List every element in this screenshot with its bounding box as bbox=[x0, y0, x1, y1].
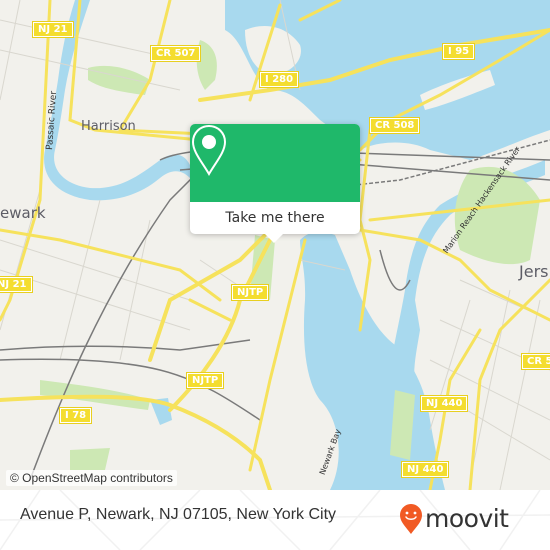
park bbox=[70, 448, 110, 470]
newark-bay bbox=[300, 231, 445, 490]
road-shield-i280: I 280 bbox=[258, 71, 300, 88]
place-label-newark: ewark bbox=[0, 204, 46, 222]
road-shield-njtp: NJTP bbox=[185, 372, 225, 389]
road-shield-nj21: NJ 21 bbox=[32, 21, 74, 38]
park bbox=[88, 65, 150, 95]
road-shield-nj440: NJ 440 bbox=[419, 395, 469, 412]
map-attribution[interactable]: © OpenStreetMap contributors bbox=[6, 470, 177, 486]
map-pin-icon bbox=[191, 124, 227, 176]
place-label-harrison: Harrison bbox=[81, 119, 136, 134]
map[interactable]: Harrison ewark Jers Passaic River Marion… bbox=[0, 0, 550, 490]
moovit-wordmark: moovit bbox=[425, 503, 509, 533]
place-label-jersey: Jers bbox=[519, 262, 549, 281]
moovit-logo[interactable]: moovit bbox=[399, 502, 509, 536]
road-shield-i78: I 78 bbox=[58, 407, 93, 424]
road-shield-nj21: NJ 21 bbox=[0, 276, 33, 293]
road-shield-njtp: NJTP bbox=[230, 284, 270, 301]
road-shield-cr508: CR 508 bbox=[368, 117, 421, 134]
popup-pointer bbox=[265, 234, 283, 243]
take-me-there-button[interactable]: Take me there bbox=[190, 202, 360, 234]
footer: Avenue P, Newark, NJ 07105, New York Cit… bbox=[0, 490, 550, 550]
address-text: Avenue P, Newark, NJ 07105, New York Cit… bbox=[20, 506, 337, 523]
moovit-pin-icon bbox=[400, 504, 422, 534]
road-shield-i95: I 95 bbox=[441, 43, 476, 60]
popup-header bbox=[190, 124, 360, 202]
road-shield-nj440: NJ 440 bbox=[400, 461, 450, 478]
road-shield-cr507: CR 507 bbox=[149, 45, 202, 62]
road-shield-cr5: CR 5 bbox=[520, 353, 550, 370]
location-popup: Take me there bbox=[190, 124, 360, 243]
